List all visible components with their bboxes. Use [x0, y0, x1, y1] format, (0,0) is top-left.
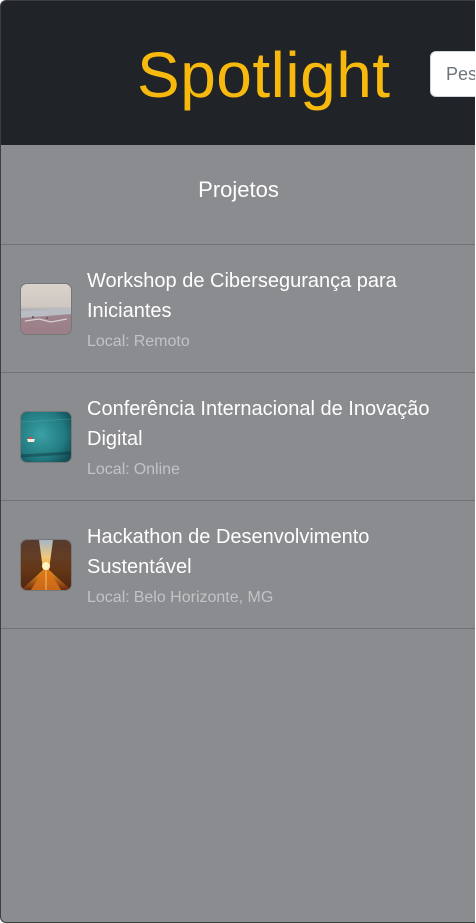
section-title: Projetos: [198, 177, 279, 202]
project-thumbnail-beach: [21, 284, 71, 334]
sunset-street-photo-image: [21, 540, 71, 590]
project-list: Workshop de Cibersegurança para Iniciant…: [1, 245, 475, 629]
beach-photo-image: [21, 284, 71, 334]
sea-boat-photo-image: [21, 412, 71, 462]
project-thumbnail-sunset: [21, 540, 71, 590]
top-navbar: Spotlight: [1, 1, 475, 145]
location-label: Local:: [87, 333, 130, 350]
location-value: Belo Horizonte, MG: [133, 589, 274, 606]
location-value: Remoto: [133, 333, 190, 350]
project-location: Local: Belo Horizonte, MG: [87, 588, 273, 608]
location-label: Local:: [87, 461, 130, 478]
location-label: Local:: [87, 589, 130, 606]
search-input[interactable]: [430, 51, 475, 97]
project-title: Hackathon de Desenvolvimento Sustentável: [87, 526, 370, 578]
project-thumbnail-sea: [21, 412, 71, 462]
brand-logo[interactable]: Spotlight: [137, 37, 391, 113]
project-location: Local: Remoto: [87, 332, 190, 352]
project-list-item[interactable]: Workshop de Cibersegurança para Iniciant…: [1, 245, 475, 373]
project-list-item[interactable]: Conferência Internacional de Inovação Di…: [1, 373, 475, 501]
location-value: Online: [133, 461, 180, 478]
app-frame: Spotlight Projetos: [0, 0, 475, 923]
section-header: Projetos: [1, 145, 475, 245]
project-list-item[interactable]: Hackathon de Desenvolvimento Sustentável…: [1, 501, 475, 629]
project-title: Conferência Internacional de Inovação Di…: [87, 398, 430, 450]
project-title: Workshop de Cibersegurança para Iniciant…: [87, 270, 397, 322]
project-location: Local: Online: [87, 460, 180, 480]
